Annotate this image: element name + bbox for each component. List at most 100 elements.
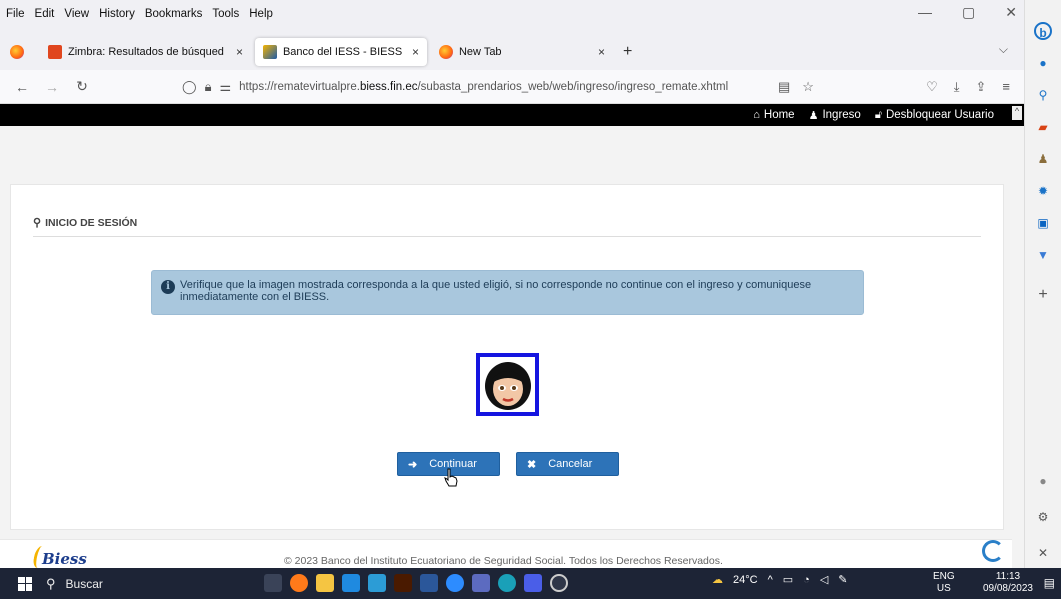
- acrobat-app-icon[interactable]: [472, 574, 490, 592]
- card-header: ⚲ INICIO DE SESIÓN: [33, 209, 981, 237]
- url-actions: ▤ ☆: [778, 79, 814, 95]
- menu-bookmarks[interactable]: Bookmarks: [145, 8, 203, 20]
- navigation-bar: ← → ↻ ◯ 🔒︎ ⚌ https://rematevirtualpre. bi…: [0, 70, 1024, 104]
- home-icon: ⌂: [753, 109, 760, 121]
- scrollbar-up-arrow[interactable]: ^: [1012, 106, 1022, 120]
- cancelar-button[interactable]: ✖ Cancelar: [516, 452, 619, 476]
- firefox-icon[interactable]: [10, 45, 24, 59]
- explorer-app-icon[interactable]: [316, 574, 334, 592]
- share-icon[interactable]: ⇪: [976, 79, 987, 95]
- bell-icon[interactable]: ●: [1034, 54, 1052, 72]
- outlook-icon[interactable]: ▣: [1034, 214, 1052, 232]
- shield-icon[interactable]: ◯: [182, 79, 197, 95]
- new-tab-button[interactable]: +: [623, 43, 632, 61]
- search-icon[interactable]: ⚲: [1034, 86, 1052, 104]
- tab-new[interactable]: New Tab ×: [431, 38, 613, 66]
- lock-icon[interactable]: 🔒︎: [205, 79, 212, 95]
- clock-time: 11:13: [995, 571, 1021, 582]
- url-domain: biess.fin.ec: [359, 81, 418, 93]
- battery-icon[interactable]: ▭: [783, 573, 793, 586]
- tab-label: New Tab: [458, 46, 502, 58]
- site-top-nav: ⌂ Home ♟ Ingreso 🔓︎ Desbloquear Usuario: [0, 104, 1024, 126]
- tab-zimbra[interactable]: Zimbra: Resultados de búsqued ×: [40, 38, 251, 66]
- people-icon[interactable]: ♟: [1034, 150, 1052, 168]
- mail-app-icon[interactable]: [342, 574, 360, 592]
- word-app-icon[interactable]: [420, 574, 438, 592]
- arrow-right-icon: ➜: [408, 458, 418, 471]
- close-sidebar-icon[interactable]: ✕: [1034, 544, 1052, 562]
- games-icon[interactable]: ✹: [1034, 182, 1052, 200]
- permissions-icon[interactable]: ⚌: [219, 79, 231, 95]
- toolbar-actions: ♡ ⤓ ⇪ ≡: [926, 79, 1010, 95]
- avatar-woman-icon: [484, 361, 531, 410]
- firefox-favicon-icon: [438, 45, 453, 59]
- weather-icon[interactable]: ☁: [712, 573, 723, 586]
- pocket-icon[interactable]: ♡: [926, 79, 938, 95]
- reader-view-icon[interactable]: ▤: [778, 79, 790, 95]
- tab-list-icon[interactable]: ⌵: [999, 42, 1008, 57]
- menu-hamburger-icon[interactable]: ≡: [1002, 79, 1010, 95]
- loading-spinner-icon: [982, 540, 1004, 562]
- hand-cursor-icon: [444, 468, 458, 487]
- temperature[interactable]: 24°C: [733, 574, 758, 586]
- close-tab-icon[interactable]: ×: [236, 45, 243, 59]
- pen-icon[interactable]: ✎: [838, 573, 847, 586]
- add-icon[interactable]: +: [1034, 286, 1052, 304]
- windows-taskbar: ⚲ Buscar ☁ 24°C ^ ▭ ◔ ◁ ✎ ENG US 11:13 0…: [0, 568, 1061, 599]
- bookmark-star-icon[interactable]: ☆: [802, 79, 814, 95]
- login-card: ⚲ INICIO DE SESIÓN i Verifique que la im…: [10, 184, 1004, 530]
- key-icon: ⚲: [33, 217, 42, 229]
- settings-icon[interactable]: ⚙: [1034, 508, 1052, 526]
- zoom-app-icon[interactable]: [446, 574, 464, 592]
- tab-biess[interactable]: Banco del IESS - BIESS ×: [254, 38, 427, 66]
- drop-icon[interactable]: ▼: [1034, 246, 1052, 264]
- menu-edit[interactable]: Edit: [35, 8, 55, 20]
- reload-icon[interactable]: ↻: [74, 78, 90, 95]
- minimize-icon[interactable]: —: [918, 4, 932, 21]
- taskbar-search[interactable]: ⚲ Buscar: [46, 576, 236, 592]
- user-icon: ♟: [808, 109, 819, 122]
- menu-tools[interactable]: Tools: [212, 8, 239, 20]
- zimbra-favicon-icon: [48, 45, 62, 59]
- volume-icon[interactable]: ◁: [820, 573, 828, 586]
- downloads-icon[interactable]: ⤓: [954, 79, 960, 95]
- info-alert: i Verifique que la imagen mostrada corre…: [151, 270, 864, 315]
- back-icon[interactable]: ←: [14, 79, 30, 95]
- restore-icon[interactable]: ▢: [962, 4, 975, 21]
- system-tray: ☁ 24°C ^ ▭ ◔ ◁ ✎: [712, 573, 848, 587]
- edge-app-icon[interactable]: [498, 574, 516, 592]
- taskbar-clock[interactable]: 11:13 09/08/2023: [983, 571, 1033, 595]
- account-icon[interactable]: ●: [1034, 472, 1052, 490]
- firefox-app-icon[interactable]: [290, 574, 308, 592]
- close-window-icon[interactable]: ✕: [1005, 4, 1017, 21]
- menu-file[interactable]: File: [6, 8, 25, 20]
- forward-icon[interactable]: →: [44, 79, 60, 95]
- close-tab-icon[interactable]: ×: [412, 45, 419, 59]
- menu-view[interactable]: View: [64, 8, 89, 20]
- media-app-icon[interactable]: [550, 574, 568, 592]
- url-bar[interactable]: ◯ 🔒︎ ⚌ https://rematevirtualpre. biess.fi…: [182, 75, 830, 99]
- copyright-text: © 2023 Banco del Instituto Ecuatoriano d…: [284, 555, 723, 567]
- nav-ingreso[interactable]: ♟ Ingreso: [809, 109, 861, 122]
- shield-app-icon[interactable]: [524, 574, 542, 592]
- illustrator-app-icon[interactable]: [394, 574, 412, 592]
- menu-history[interactable]: History: [99, 8, 135, 20]
- url-path: /subasta_prendarios_web/web/ingreso/ingr…: [417, 81, 729, 93]
- windows-start-icon[interactable]: [18, 576, 32, 591]
- site-footer: Biess © 2023 Banco del Instituto Ecuator…: [0, 539, 1012, 568]
- browser-sidebar: b ● ⚲ ▰ ♟ ✹ ▣ ▼ + ● ⚙ ✕: [1024, 0, 1061, 568]
- tray-chevron-icon[interactable]: ^: [768, 574, 773, 586]
- task-view-icon[interactable]: [264, 574, 282, 592]
- tab-label: Zimbra: Resultados de búsqued: [68, 46, 224, 58]
- alert-text: Verifique que la imagen mostrada corresp…: [180, 279, 812, 303]
- store-app-icon[interactable]: [368, 574, 386, 592]
- shopping-icon[interactable]: ▰: [1034, 118, 1052, 136]
- notifications-icon[interactable]: ▤: [1044, 576, 1055, 590]
- bing-icon[interactable]: b: [1034, 22, 1052, 40]
- language-indicator[interactable]: ENG US: [933, 571, 955, 595]
- nav-desbloquear[interactable]: 🔓︎ Desbloquear Usuario: [875, 109, 994, 122]
- menu-help[interactable]: Help: [249, 8, 273, 20]
- network-icon[interactable]: ◔: [803, 574, 810, 586]
- nav-home[interactable]: ⌂ Home: [753, 109, 794, 121]
- close-tab-icon[interactable]: ×: [598, 45, 605, 59]
